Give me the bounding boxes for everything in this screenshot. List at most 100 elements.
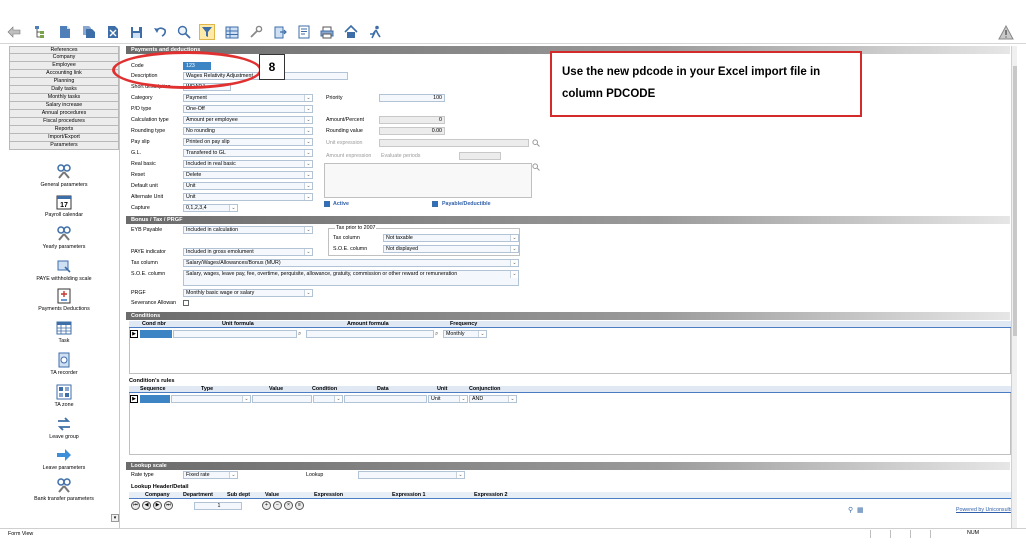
sidebar-item-ta-zone[interactable]: TA zone: [8, 384, 120, 408]
sidebar-item-bank-transfer-parameters[interactable]: Bank transfer parameters: [8, 478, 120, 502]
unit-cell[interactable]: Unit ⌄: [428, 395, 468, 403]
chevron-down-icon[interactable]: ⌄: [304, 117, 312, 123]
tax-column-select-1[interactable]: Not taxable ⌄: [383, 234, 519, 242]
sidebar-item-leave-parameters[interactable]: Leave parameters: [8, 447, 120, 471]
pd-type-select[interactable]: One-Off ⌄: [183, 105, 313, 113]
gl-select[interactable]: Transfered to GL ⌄: [183, 149, 313, 157]
run-icon[interactable]: [367, 24, 383, 40]
soe-column-select-1[interactable]: Not displayed ⌄: [383, 245, 519, 253]
chevron-down-icon[interactable]: ⌄: [304, 139, 312, 145]
print-icon[interactable]: [319, 24, 335, 40]
delete-record-icon[interactable]: −: [273, 501, 282, 510]
active-checkbox[interactable]: [324, 201, 330, 207]
rounding-value-field[interactable]: 0.00: [379, 127, 445, 135]
payable-checkbox[interactable]: [432, 201, 438, 207]
severance-checkbox[interactable]: [183, 300, 189, 306]
evaluate-periods-field[interactable]: [459, 152, 501, 160]
sidebar-item-payroll-calendar[interactable]: 17 Payroll calendar: [8, 194, 120, 218]
lookup-footer-icon[interactable]: ⚲: [848, 506, 853, 514]
chevron-down-icon[interactable]: ⌄: [510, 271, 518, 278]
export-icon[interactable]: [272, 24, 288, 40]
sidebar-item-payments-deductions[interactable]: Payments Deductions: [8, 288, 120, 312]
chevron-down-icon[interactable]: ⌄: [478, 331, 486, 337]
chevron-down-icon[interactable]: ⌄: [510, 260, 518, 266]
sidebar-nav-references[interactable]: References: [9, 46, 119, 54]
page-number-field[interactable]: 1: [194, 502, 242, 510]
frequency-cell[interactable]: Monthly ⌄: [443, 330, 487, 338]
warning-icon[interactable]: [998, 25, 1014, 40]
home-icon[interactable]: [343, 24, 359, 40]
sidebar-nav-company[interactable]: Company: [9, 54, 119, 62]
cancel-record-icon[interactable]: ×: [284, 501, 293, 510]
cond-nbr-cell[interactable]: [140, 330, 172, 338]
back-arrow-icon[interactable]: [6, 24, 22, 40]
sidebar-nav-daily-tasks[interactable]: Daily tasks: [9, 86, 119, 94]
unit-expression-field[interactable]: [379, 139, 529, 147]
category-select[interactable]: Payment ⌄: [183, 94, 313, 102]
sequence-cell[interactable]: [140, 395, 170, 403]
amount-percent-field[interactable]: 0: [379, 116, 445, 124]
sidebar-nav-employee[interactable]: Employee: [9, 62, 119, 70]
sidebar-scroll-down[interactable]: ▾: [111, 514, 119, 522]
eyb-payable-select[interactable]: Included in calculation ⌄: [183, 226, 313, 234]
chevron-down-icon[interactable]: ⌄: [304, 249, 312, 255]
chevron-down-icon[interactable]: ⌄: [304, 95, 312, 101]
condition-cell[interactable]: ⌄: [313, 395, 343, 403]
sidebar-nav-monthly-tasks[interactable]: Monthly tasks: [9, 94, 119, 102]
search-icon[interactable]: [532, 163, 540, 171]
pay-slip-select[interactable]: Printed on pay slip ⌄: [183, 138, 313, 146]
undo-icon[interactable]: [152, 24, 168, 40]
sidebar-item-paye-withholding-scale[interactable]: PAYE withholding scale: [8, 258, 120, 282]
powered-by-link[interactable]: Powered by Uniconsults: [956, 507, 1013, 513]
sidebar-nav-import-export[interactable]: Import/Export: [9, 134, 119, 142]
amount-expression-field[interactable]: [324, 163, 532, 198]
chevron-down-icon[interactable]: ⌄: [304, 106, 312, 112]
report-icon[interactable]: [296, 24, 312, 40]
paye-indicator-select[interactable]: Included in gross emolument ⌄: [183, 248, 313, 256]
previous-record-icon[interactable]: ◀: [142, 501, 151, 510]
chevron-down-icon[interactable]: ⌄: [334, 396, 342, 402]
lookup-select[interactable]: ⌄: [358, 471, 465, 479]
priority-field[interactable]: 100: [379, 94, 445, 102]
chevron-down-icon[interactable]: ⌄: [304, 161, 312, 167]
chevron-down-icon[interactable]: ⌄: [510, 246, 518, 252]
sidebar-item-yearly-parameters[interactable]: Yearly parameters: [8, 226, 120, 250]
last-record-icon[interactable]: ⏭: [164, 501, 173, 510]
chevron-down-icon[interactable]: ⌄: [508, 396, 516, 402]
first-record-icon[interactable]: ⏮: [131, 501, 140, 510]
sidebar-item-task[interactable]: Task: [8, 320, 120, 344]
sidebar-nav-parameters[interactable]: Parameters: [9, 142, 119, 150]
sidebar-nav-fiscal-procedures[interactable]: Fiscal procedures: [9, 118, 119, 126]
chevron-down-icon[interactable]: ⌄: [304, 128, 312, 134]
tree-icon[interactable]: [32, 24, 48, 40]
chevron-down-icon[interactable]: ⌄: [304, 290, 312, 296]
add-record-icon[interactable]: +: [262, 501, 271, 510]
search-icon[interactable]: [176, 24, 192, 40]
tools-icon[interactable]: [248, 24, 264, 40]
chevron-down-icon[interactable]: ⌄: [456, 472, 464, 478]
value-cell[interactable]: [252, 395, 312, 403]
sidebar-item-ta-recorder[interactable]: TA recorder: [8, 352, 120, 376]
prgf-select[interactable]: Monthly basic wage or salary ⌄: [183, 289, 313, 297]
document-icon[interactable]: [57, 24, 73, 40]
search-icon[interactable]: ⌕: [435, 331, 438, 338]
filter-icon[interactable]: [199, 24, 215, 40]
unit-formula-cell[interactable]: [173, 330, 297, 338]
sidebar-item-leave-group[interactable]: Leave group: [8, 416, 120, 440]
chevron-down-icon[interactable]: ⌄: [304, 183, 312, 189]
calculation-type-select[interactable]: Amount per employee ⌄: [183, 116, 313, 124]
delete-icon[interactable]: [105, 24, 121, 40]
grid-view-icon[interactable]: ≡: [295, 501, 304, 510]
soe-column-select[interactable]: Salary, wages, leave pay, fee, overtime,…: [183, 270, 519, 286]
rounding-type-select[interactable]: No rounding ⌄: [183, 127, 313, 135]
chevron-down-icon[interactable]: ⌄: [242, 396, 250, 402]
chevron-down-icon[interactable]: ⌄: [304, 227, 312, 233]
sidebar-nav-planning[interactable]: Planning: [9, 78, 119, 86]
search-icon[interactable]: [532, 139, 540, 147]
alternate-unit-select[interactable]: Unit ⌄: [183, 193, 313, 201]
chevron-down-icon[interactable]: ⌄: [510, 235, 518, 241]
main-vertical-scrollbar[interactable]: [1011, 46, 1017, 528]
sidebar-nav-annual-procedures[interactable]: Annual procedures: [9, 110, 119, 118]
table-icon[interactable]: [224, 24, 240, 40]
search-icon[interactable]: ⌕: [298, 331, 301, 338]
